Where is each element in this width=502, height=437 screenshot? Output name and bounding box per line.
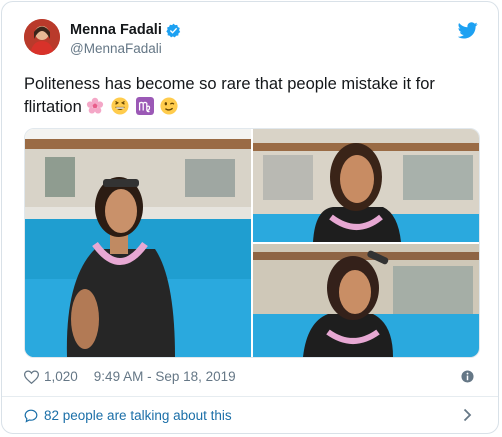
- chevron-right-icon[interactable]: [463, 408, 472, 422]
- talking-count-text[interactable]: 82 people are talking about this: [44, 408, 232, 423]
- info-icon[interactable]: [461, 370, 474, 383]
- conversation-link[interactable]: 82 people are talking about this: [24, 408, 232, 423]
- cherry-blossom-icon: [87, 97, 104, 114]
- heart-icon[interactable]: [24, 369, 39, 384]
- tweet-timestamp[interactable]: 9:49 AM - Sep 18, 2019: [94, 369, 236, 384]
- winking-face-icon: [160, 97, 178, 115]
- tweet-card[interactable]: Menna Fadali @MennaFadali Politeness has…: [1, 1, 499, 434]
- tweet-photo-3[interactable]: [253, 244, 479, 357]
- user-name[interactable]: Menna Fadali: [70, 22, 162, 38]
- avatar[interactable]: [24, 19, 60, 55]
- user-handle[interactable]: @MennaFadali: [70, 41, 162, 56]
- twitter-bird-icon[interactable]: [458, 22, 478, 39]
- like-count[interactable]: 1,020: [44, 369, 78, 384]
- virgo-icon: [135, 97, 154, 115]
- grinning-face-icon: [111, 97, 129, 115]
- verified-badge-icon: [166, 23, 181, 37]
- tweet-photo-2[interactable]: [253, 129, 479, 242]
- tweet-media-grid[interactable]: [24, 128, 480, 358]
- tweet-photo-1[interactable]: [25, 129, 251, 357]
- divider: [2, 396, 498, 397]
- comment-bubble-icon: [24, 409, 38, 423]
- tweet-text: Politeness has become so rare that peopl…: [24, 73, 479, 119]
